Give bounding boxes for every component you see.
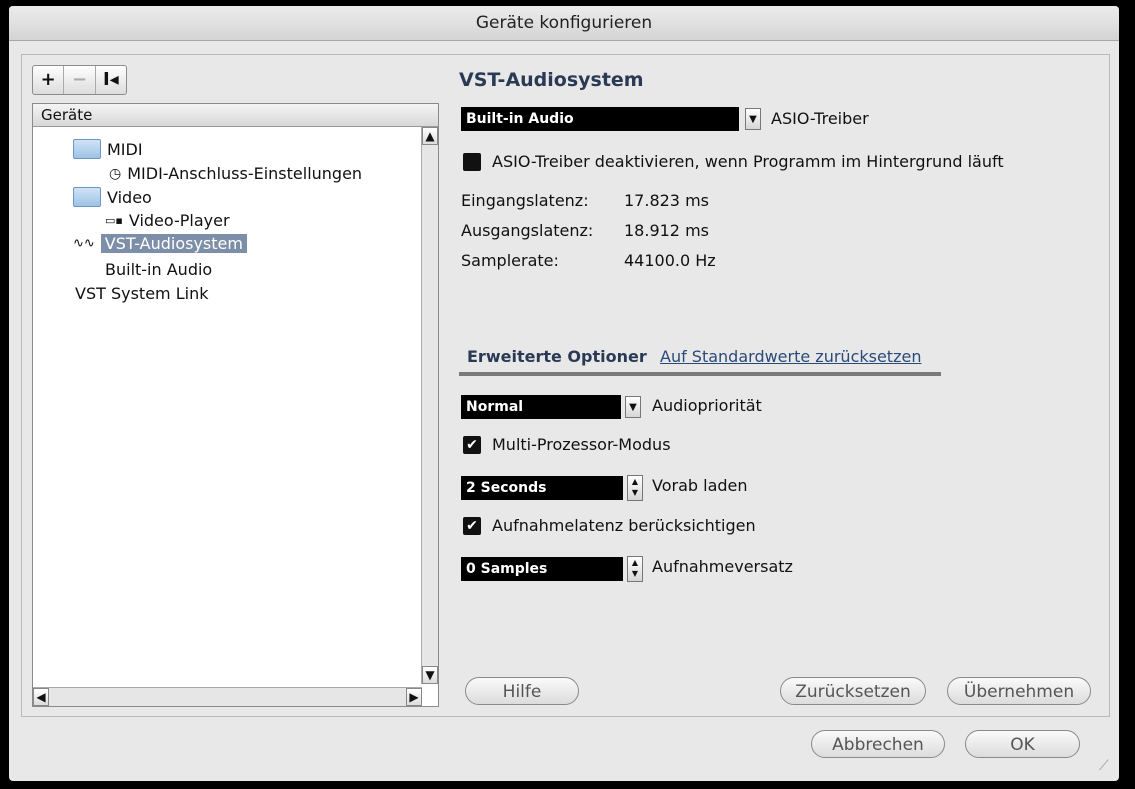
tree-item-video[interactable]: Video [73,187,152,207]
chevron-down-icon[interactable]: ▼ [745,108,761,130]
window-title: Geräte konfigurieren [9,6,1119,41]
input-latency-label: Eingangslatenz: [461,191,589,210]
multiproc-label: Multi-Prozessor-Modus [492,435,671,454]
tree-item-label: VST-Audiosystem [100,234,247,253]
rec-latency-label: Aufnahmelatenz berücksichtigen [492,516,756,535]
samplerate-label: Samplerate: [461,251,559,270]
reset-device-button[interactable]: I◂ [96,66,126,94]
tree-vertical-scrollbar[interactable]: ▲ ▼ [421,127,438,684]
device-tree: Geräte MIDI ◷ MIDI-Anschluss-Einstellung… [32,103,439,707]
scroll-left-icon[interactable]: ◀ [33,688,49,706]
asio-driver-label: ASIO-Treiber [771,109,869,128]
tree-body: MIDI ◷ MIDI-Anschluss-Einstellungen Vide… [33,127,422,684]
section-title: VST-Audiosystem [459,69,644,91]
reset-defaults-link[interactable]: Auf Standardwerte zurücksetzen [660,347,921,366]
configure-devices-window: Geräte konfigurieren + − I◂ Geräte MIDI … [9,6,1119,781]
input-latency-value: 17.823 ms [624,191,709,210]
folder-icon [73,187,101,207]
folder-icon [73,139,101,159]
main-panel: + − I◂ Geräte MIDI ◷ MIDI-Anschluss-Eins… [21,54,1110,717]
tree-item-vst-audiosystem[interactable]: ∿∿ VST-Audiosystem [73,234,247,253]
tree-horizontal-scrollbar[interactable]: ◀ ▶ [33,687,422,706]
audio-wave-icon: ∿∿ [73,236,95,251]
deactivate-checkbox[interactable] [463,153,481,171]
scroll-right-icon[interactable]: ▶ [406,688,422,706]
resize-grip-icon[interactable]: ⟋ [1099,758,1109,774]
samplerate-value: 44100.0 Hz [624,251,716,270]
multiproc-checkbox[interactable]: ✔ [463,436,481,454]
rec-latency-checkbox[interactable]: ✔ [463,517,481,535]
scroll-up-icon[interactable]: ▲ [422,127,438,145]
reset-button[interactable]: Zurücksetzen [780,677,926,705]
tree-item-label: VST System Link [75,284,209,303]
audio-priority-select[interactable]: Normal [461,395,621,419]
midi-port-icon: ◷ [109,165,122,182]
tree-item-midi-port-settings[interactable]: ◷ MIDI-Anschluss-Einstellungen [109,164,362,183]
help-button[interactable]: Hilfe [465,677,579,705]
tab-divider [459,372,941,376]
audio-priority-label: Audiopriorität [652,396,762,415]
tree-item-video-player[interactable]: ▭▪ Video-Player [105,211,230,230]
tree-item-label: MIDI-Anschluss-Einstellungen [127,164,363,183]
scroll-down-icon[interactable]: ▼ [422,666,438,684]
tree-item-built-in-audio[interactable]: Built-in Audio [105,260,212,279]
cancel-button[interactable]: Abbrechen [811,730,945,758]
tab-advanced-options[interactable]: Erweiterte Optioner [467,347,648,366]
tree-item-label: Video [107,187,152,207]
rec-offset-label: Aufnahmeversatz [652,557,793,576]
chevron-down-icon[interactable]: ▼ [625,396,641,418]
add-device-button[interactable]: + [33,66,65,94]
rec-offset-stepper[interactable]: ▲ ▼ [627,556,643,582]
output-latency-label: Ausgangslatenz: [461,221,594,240]
preload-label: Vorab laden [652,476,748,495]
tree-item-midi[interactable]: MIDI [73,139,143,159]
tree-item-label: MIDI [107,139,143,159]
apply-button[interactable]: Übernehmen [947,677,1091,705]
tree-item-vst-system-link[interactable]: VST System Link [75,284,208,303]
tree-header[interactable]: Geräte [33,104,438,127]
preload-stepper[interactable]: ▲ ▼ [627,475,643,501]
tree-item-label: Video-Player [128,211,230,230]
ok-button[interactable]: OK [965,730,1080,758]
video-player-icon: ▭▪ [105,214,123,227]
preload-field[interactable]: 2 Seconds [461,476,623,500]
tree-item-label: Built-in Audio [105,260,213,279]
asio-driver-select[interactable]: Built-in Audio [461,107,739,131]
rec-offset-field[interactable]: 0 Samples [461,557,623,581]
tree-toolbar: + − I◂ [32,65,127,95]
output-latency-value: 18.912 ms [624,221,709,240]
remove-device-button[interactable]: − [64,66,96,94]
deactivate-label: ASIO-Treiber deaktivieren, wenn Programm… [492,152,1004,171]
